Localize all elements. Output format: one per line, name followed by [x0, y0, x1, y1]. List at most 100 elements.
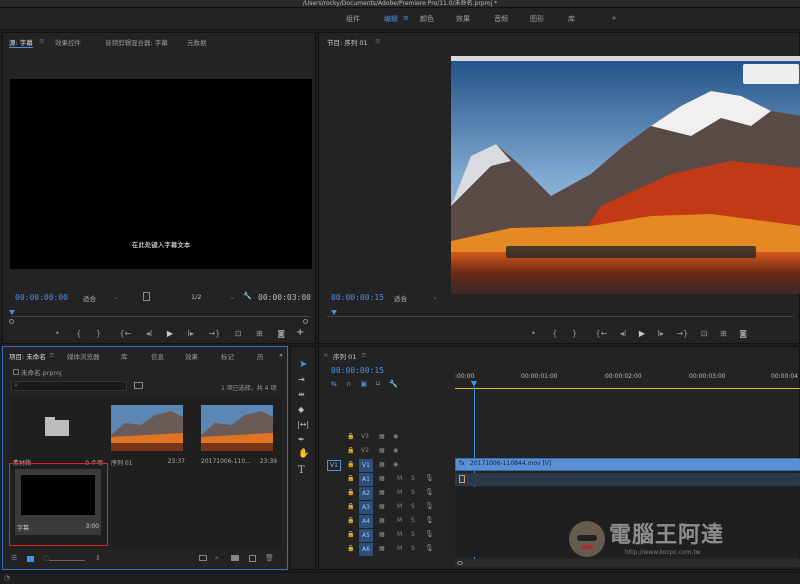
program-timecode[interactable]: 00:00:00:15	[331, 293, 384, 302]
program-time-ruler[interactable]	[327, 316, 793, 317]
play-icon[interactable]: ▶	[639, 329, 645, 338]
solo-button[interactable]: S	[411, 503, 415, 510]
track-name[interactable]: A2	[359, 487, 373, 500]
pen-tool-icon[interactable]: ✒	[298, 435, 305, 444]
project-item-bin[interactable]	[13, 401, 105, 455]
sync-lock-icon[interactable]: ▦	[379, 433, 385, 440]
tab-media-browser[interactable]: 媒体浏览器	[67, 351, 100, 361]
icon-view-icon[interactable]	[27, 556, 34, 562]
workspace-editing[interactable]: 编辑	[384, 14, 398, 24]
marker-icon[interactable]: •	[531, 329, 536, 338]
eye-icon[interactable]: ◉	[393, 433, 398, 440]
marker-icon[interactable]: •	[55, 329, 60, 338]
trash-icon[interactable]: 🗑	[265, 554, 274, 562]
source-patch-v1[interactable]: V1	[327, 460, 341, 471]
tab-metadata[interactable]: 元数据	[187, 37, 207, 47]
hand-tool-icon[interactable]: ✋	[298, 449, 309, 459]
mute-button[interactable]: M	[397, 517, 402, 524]
close-icon[interactable]: ×	[323, 351, 328, 359]
solo-button[interactable]: S	[411, 517, 415, 524]
project-item-sequence[interactable]	[111, 405, 183, 451]
workspace-more-icon[interactable]: »	[612, 14, 616, 22]
sort-icon[interactable]: ⇕	[95, 554, 101, 562]
tab-effect-controls[interactable]: 效果控件	[55, 37, 81, 47]
mute-button[interactable]: M	[397, 531, 402, 538]
add-button-icon[interactable]: +	[296, 327, 304, 338]
program-fit-select[interactable]: 适合 ⌄	[394, 293, 438, 303]
timeline-clip-v1[interactable]: fx 20171006-110844.mov [V]	[455, 458, 800, 471]
eye-icon[interactable]: ◉	[393, 461, 398, 468]
lock-icon[interactable]: 🔒	[347, 545, 354, 552]
step-back-icon[interactable]: ◂I	[620, 329, 626, 338]
track-name[interactable]: A5	[359, 529, 373, 542]
tab-menu-icon[interactable]: ≡	[361, 351, 366, 359]
solo-button[interactable]: S	[411, 475, 415, 482]
microphone-icon[interactable]: 🎙	[425, 516, 434, 524]
project-item-clip[interactable]	[201, 405, 273, 451]
selection-tool-icon[interactable]: ➤	[299, 359, 307, 370]
microphone-icon[interactable]: 🎙	[425, 488, 434, 496]
project-item-caption[interactable]: 字幕 3:00	[15, 469, 101, 535]
workspace-assembly[interactable]: 组件	[346, 14, 360, 24]
microphone-icon[interactable]: 🎙	[425, 544, 434, 552]
snap-icon[interactable]: ∩	[346, 380, 351, 388]
automate-to-sequence-icon[interactable]	[199, 555, 207, 561]
timeline-caption-track[interactable]	[455, 473, 800, 486]
source-playhead[interactable]	[9, 310, 15, 315]
camera-icon[interactable]: ◙	[277, 329, 285, 338]
mute-button[interactable]: M	[397, 545, 402, 552]
microphone-icon[interactable]: 🎙	[425, 502, 434, 510]
lift-icon[interactable]: ⊡	[701, 329, 708, 338]
timeline-settings-wrench-icon[interactable]: 🔧	[389, 380, 398, 388]
find-icon[interactable]: ⌕	[215, 554, 219, 563]
source-timecode-in[interactable]: 00:00:00:00	[15, 293, 68, 302]
mark-in-icon[interactable]: {	[76, 329, 81, 338]
settings-icon[interactable]	[143, 292, 150, 301]
zoom-handle[interactable]	[303, 319, 308, 324]
play-icon[interactable]: ▶	[167, 329, 173, 338]
sync-lock-icon[interactable]: ▦	[379, 517, 385, 524]
program-playhead[interactable]	[331, 310, 337, 315]
mute-button[interactable]: M	[397, 475, 402, 482]
camera-icon[interactable]: ◙	[739, 329, 747, 338]
caption-clip-marker[interactable]	[459, 475, 465, 483]
go-to-in-icon[interactable]: {←	[596, 329, 608, 338]
timeline-title[interactable]: 序列 01	[333, 351, 356, 361]
lock-icon[interactable]: 🔒	[347, 461, 354, 468]
more-panels-icon[interactable]: »	[279, 351, 283, 359]
mark-in-icon[interactable]: {	[552, 329, 557, 338]
project-search-input[interactable]: ⌕	[11, 381, 127, 391]
mute-button[interactable]: M	[397, 503, 402, 510]
tab-markers[interactable]: 标记	[221, 351, 234, 361]
linked-selection-icon[interactable]: ▣	[360, 380, 367, 388]
track-name[interactable]: V1	[359, 459, 373, 472]
step-forward-icon[interactable]: I▸	[188, 329, 194, 338]
solo-button[interactable]: S	[411, 489, 415, 496]
tab-effects[interactable]: 效果	[185, 351, 198, 361]
lock-icon[interactable]: 🔒	[347, 489, 354, 496]
wrench-icon[interactable]: 🔧	[243, 292, 252, 300]
sync-lock-icon[interactable]: ▦	[379, 531, 385, 538]
tab-info[interactable]: 信息	[151, 351, 164, 361]
microphone-icon[interactable]: 🎙	[425, 530, 434, 538]
extract-icon[interactable]: ⊞	[720, 329, 727, 338]
type-tool-icon[interactable]: T	[298, 465, 305, 476]
lock-icon[interactable]: 🔒	[347, 447, 354, 454]
lock-icon[interactable]: 🔒	[347, 475, 354, 482]
track-name[interactable]: A6	[359, 543, 373, 556]
mark-out-icon[interactable]: }	[96, 329, 101, 338]
workspace-libraries[interactable]: 库	[568, 14, 575, 24]
sync-lock-icon[interactable]: ▦	[379, 461, 385, 468]
razor-tool-icon[interactable]: ◆	[298, 405, 304, 414]
caption-text[interactable]: 在此处键入字幕文本	[10, 239, 312, 249]
workspace-color[interactable]: 颜色	[420, 14, 434, 24]
timeline-ruler[interactable]: :00:00 00:00:01:00 00:00:02:00 00:00:03:…	[455, 365, 800, 389]
lock-icon[interactable]: 🔒	[347, 503, 354, 510]
scrollbar-handle[interactable]	[457, 561, 463, 565]
sync-lock-icon[interactable]: ▦	[379, 503, 385, 510]
go-to-out-icon[interactable]: →}	[208, 329, 220, 338]
track-name[interactable]: A3	[359, 501, 373, 514]
sync-lock-icon[interactable]: ▦	[379, 447, 385, 454]
track-name[interactable]: A1	[359, 473, 373, 486]
mark-out-icon[interactable]: }	[572, 329, 577, 338]
